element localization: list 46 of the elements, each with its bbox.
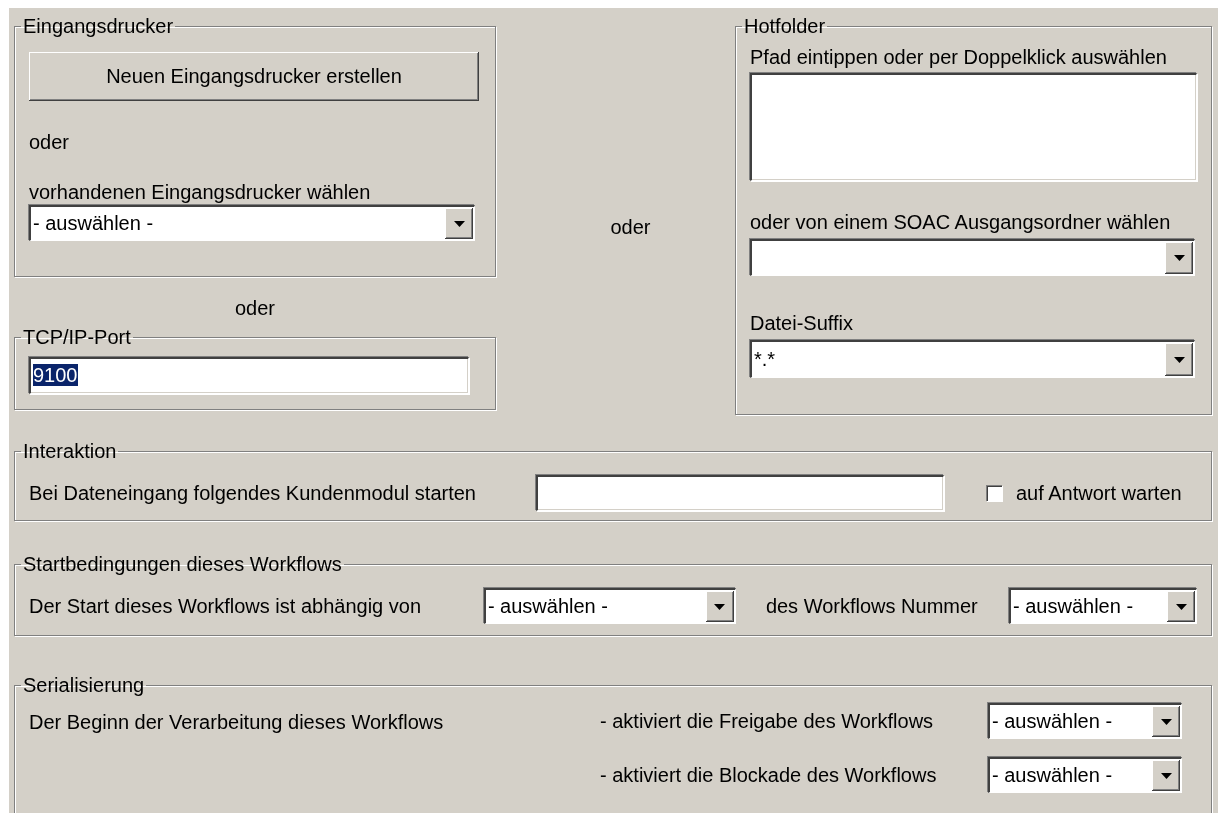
path-input[interactable] [750,73,1197,181]
group-title: Serialisierung [22,675,146,695]
checkbox-label: auf Antwort warten [1016,482,1182,504]
path-label: Pfad eintippen oder per Doppelklick auswählen [750,46,1168,68]
caret-icon [1173,255,1185,261]
or-label: oder [234,297,276,319]
caret-icon [714,603,726,610]
suffix-label: Datei-Suffix [750,312,854,334]
depends-label: Der Start dieses Workflows ist abhängig von [29,595,423,617]
module-label: Bei Dateneingang folgendes Kundenmodul starten [29,482,477,504]
caret-icon [453,220,465,227]
dropdown-button[interactable] [1152,706,1180,737]
select-label: vorhandenen Eingangsdrucker wählen [29,181,372,203]
group-title: Eingangsdrucker [22,16,175,36]
combo-box[interactable]: - auswählen - [1009,588,1197,624]
dropdown-button[interactable] [445,208,473,239]
combo-box[interactable]: - auswählen - [988,703,1182,739]
group-title: Startbedingungen dieses Workflows [22,554,343,574]
option-label: - aktiviert die Blockade des Workflows [600,764,938,786]
combo-box[interactable] [750,239,1195,276]
combo-box[interactable]: - auswählen - [29,205,475,241]
caret-icon [1160,718,1172,725]
combo-box[interactable]: - auswählen - [988,757,1182,793]
dropdown-button[interactable] [1165,343,1193,376]
port-input[interactable]: 9100 [29,357,469,394]
dropdown-button[interactable] [1165,242,1193,274]
option-label: - aktiviert die Freigabe des Workflows [600,710,935,732]
combo-box[interactable]: *.* [750,340,1195,378]
caret-icon [1175,603,1187,610]
group-title: TCP/IP-Port [22,327,132,347]
combo-box[interactable]: - auswählen - [483,588,736,624]
group-title: Interaktion [22,441,118,461]
create-printer-button[interactable]: Neuen Eingangsdrucker erstellen [29,52,479,101]
module-input[interactable] [536,475,944,511]
caret-icon [1160,772,1172,779]
or-label: oder [29,131,71,153]
group-title: Hotfolder [743,16,827,36]
caret-icon [1173,356,1185,363]
checkbox[interactable] [986,485,1002,501]
number-label: des Workflows Nummer [765,595,979,617]
folder-label: oder von einem SOAC Ausgangsordner wählen [750,211,1172,233]
dropdown-button[interactable] [1167,591,1195,622]
or-label: oder [610,216,651,238]
dropdown-button[interactable] [705,591,734,622]
dropdown-button[interactable] [1152,760,1180,791]
serialization-label: Der Beginn der Verarbeitung dieses Workflows [29,710,445,735]
